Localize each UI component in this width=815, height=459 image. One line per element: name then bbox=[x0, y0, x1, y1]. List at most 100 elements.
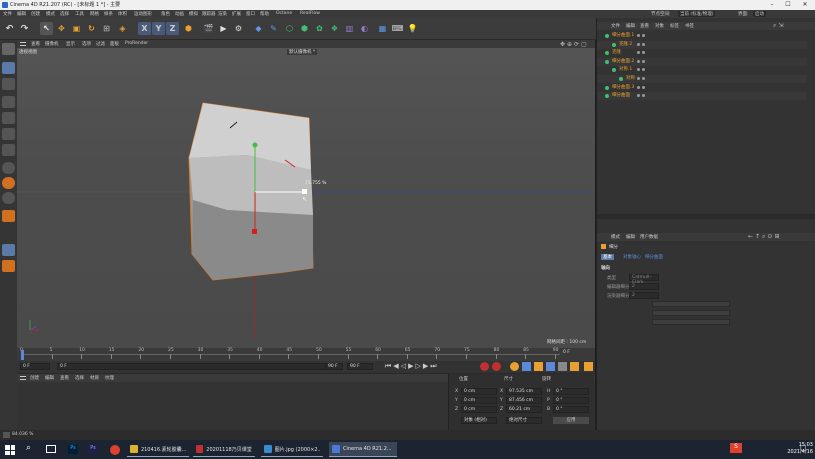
objects-menu-item-1[interactable]: 编辑 bbox=[626, 23, 635, 29]
cube-icon[interactable]: ◆ bbox=[252, 22, 265, 35]
viewport-menu-item-6[interactable]: ProRender bbox=[125, 41, 148, 46]
viewport-nav-icons[interactable]: ✥⊕⟳▢ bbox=[560, 41, 589, 48]
record-icon[interactable] bbox=[480, 362, 489, 371]
chrome-icon[interactable] bbox=[110, 445, 120, 455]
menu-item-0[interactable]: 文件 bbox=[3, 11, 12, 17]
rot-field[interactable]: 0 ° bbox=[553, 406, 589, 413]
materials-menu-item-4[interactable]: 材质 bbox=[90, 375, 99, 381]
preview-end-field[interactable]: 90 F bbox=[347, 363, 373, 370]
menu-item-10[interactable]: 角色 bbox=[161, 11, 170, 17]
attribute-field[interactable]: 2 bbox=[629, 283, 659, 290]
menu-item-1[interactable]: 编辑 bbox=[17, 11, 26, 17]
redo-icon[interactable]: ↷ bbox=[18, 22, 31, 35]
menu-item-16[interactable]: 窗口 bbox=[246, 11, 255, 17]
attributes-menu-item-1[interactable]: 编辑 bbox=[626, 234, 635, 240]
viewport-menu-item-4[interactable]: 过滤 bbox=[96, 41, 105, 47]
search-icon[interactable]: ⌕ bbox=[26, 443, 31, 453]
object-row[interactable]: 对称 bbox=[597, 75, 807, 83]
size-field[interactable]: 97.535 cm bbox=[506, 388, 542, 395]
menu-item-14[interactable]: 渲染 bbox=[218, 11, 227, 17]
menu-item-19[interactable]: RealFlow bbox=[300, 11, 320, 16]
pen-icon[interactable]: ✎ bbox=[267, 22, 280, 35]
viewport-menu-item-5[interactable]: 面板 bbox=[110, 41, 119, 47]
materials-menu-item-1[interactable]: 编辑 bbox=[45, 375, 54, 381]
attributes-nav-icons[interactable]: ←↑⌕⊙⊞ bbox=[748, 233, 781, 241]
select-tool-icon[interactable]: ↖ bbox=[40, 22, 53, 35]
taskbar-app-1[interactable]: 20201118乃贝课堂... bbox=[193, 442, 255, 457]
attribute-slider-track[interactable] bbox=[652, 310, 730, 316]
object-row[interactable]: 细分曲面.2 bbox=[597, 57, 807, 66]
pos-field[interactable]: 0 cm bbox=[461, 397, 497, 404]
attributes-menu-item-0[interactable]: 模式 bbox=[611, 234, 620, 240]
visibility-dots[interactable] bbox=[637, 42, 640, 46]
menu-item-15[interactable]: 扩展 bbox=[232, 11, 241, 17]
photoshop-icon[interactable]: Ps bbox=[68, 445, 78, 454]
taskbar-app-2[interactable]: 图片.jpg (2000×2... bbox=[261, 442, 323, 457]
object-row[interactable]: 细分曲面 bbox=[597, 92, 807, 101]
maximize-button[interactable]: ☐ bbox=[782, 0, 794, 10]
workplane-icon[interactable] bbox=[2, 192, 15, 204]
menu-item-6[interactable]: 网格 bbox=[90, 11, 99, 17]
visibility-dots[interactable] bbox=[642, 34, 645, 37]
premiere-icon[interactable]: Ps bbox=[88, 445, 98, 454]
move-tool-icon[interactable]: ✥ bbox=[55, 22, 68, 35]
taskbar-app-3[interactable]: Cinema 4D R21.2... bbox=[329, 442, 397, 457]
attribute-slider-track[interactable] bbox=[652, 301, 730, 307]
viewport-menu-icon[interactable] bbox=[20, 42, 26, 46]
coords-mode-select[interactable]: 对象 (相对) bbox=[461, 417, 497, 424]
menu-item-7[interactable]: 样条 bbox=[104, 11, 113, 17]
camera-label[interactable]: 默认摄像机 * bbox=[287, 49, 318, 55]
keyframe-selection-icon[interactable] bbox=[510, 362, 519, 371]
texture-mode-icon[interactable] bbox=[2, 78, 15, 90]
menu-right-item-0[interactable]: 节点空间: bbox=[651, 11, 671, 17]
pla-key-icon[interactable] bbox=[570, 362, 579, 371]
close-button[interactable]: ✕ bbox=[799, 0, 811, 10]
lock-axis-icon[interactable]: ◈ bbox=[116, 22, 129, 35]
rotation-key-icon[interactable] bbox=[546, 362, 555, 371]
visibility-dots[interactable] bbox=[637, 68, 640, 72]
axis-mode-icon[interactable] bbox=[2, 144, 15, 156]
materials-menu-icon[interactable] bbox=[20, 376, 26, 380]
visibility-dots[interactable] bbox=[642, 94, 645, 98]
scale-key-icon[interactable] bbox=[534, 362, 543, 371]
menu-item-18[interactable]: Octane bbox=[276, 11, 292, 16]
objects-menu-item-0[interactable]: 文件 bbox=[611, 23, 620, 29]
menu-item-12[interactable]: 模拟 bbox=[189, 11, 198, 17]
visibility-dots[interactable] bbox=[642, 85, 645, 89]
visibility-dots[interactable] bbox=[637, 59, 640, 63]
param-key-icon[interactable] bbox=[558, 362, 567, 371]
rotate-tool-icon[interactable]: ↻ bbox=[85, 22, 98, 35]
object-row[interactable]: 克隆 bbox=[597, 49, 807, 57]
task-view-icon[interactable] bbox=[46, 445, 56, 453]
points-mode-icon[interactable] bbox=[2, 96, 15, 108]
visibility-dots[interactable] bbox=[637, 94, 640, 98]
light-icon[interactable]: 💡 bbox=[406, 22, 419, 35]
field-icon[interactable]: ❖ bbox=[328, 22, 341, 35]
rot-field[interactable]: 0 ° bbox=[553, 388, 589, 395]
objects-search-icon[interactable]: ⌕⇲ bbox=[773, 22, 785, 30]
size-field[interactable]: 60.21 cm bbox=[506, 406, 542, 413]
size-field[interactable]: 87.456 cm bbox=[506, 397, 542, 404]
menu-item-5[interactable]: 工具 bbox=[75, 11, 84, 17]
make-editable-icon[interactable] bbox=[2, 43, 15, 55]
minimize-button[interactable]: – bbox=[766, 0, 778, 10]
attributes-tab-0[interactable]: 基本 bbox=[601, 254, 614, 260]
timeline-playhead[interactable] bbox=[21, 350, 24, 360]
rot-field[interactable]: 0 ° bbox=[553, 397, 589, 404]
visibility-dots[interactable] bbox=[642, 59, 645, 63]
timeline[interactable]: 0510152025303540455055606570758085900 F bbox=[17, 348, 595, 361]
start-frame-field[interactable]: 0 F bbox=[20, 363, 50, 370]
objects-menu-item-4[interactable]: 标签 bbox=[670, 23, 679, 29]
menu-item-17[interactable]: 帮助 bbox=[260, 11, 269, 17]
notification-icon[interactable]: ▢ bbox=[800, 444, 807, 452]
cloner-icon[interactable]: ⬢ bbox=[298, 22, 311, 35]
y-axis-button[interactable]: Y bbox=[152, 22, 165, 35]
camera-icon[interactable]: ◐ bbox=[358, 22, 371, 35]
materials-menu-item-2[interactable]: 查看 bbox=[60, 375, 69, 381]
viewport-solo-icon[interactable] bbox=[2, 244, 15, 256]
menu-item-13[interactable]: 跟踪器 bbox=[202, 11, 216, 17]
attributes-menu-item-2[interactable]: 用户数据 bbox=[640, 234, 658, 240]
ime-icon[interactable]: S bbox=[730, 443, 742, 453]
polygons-mode-icon[interactable] bbox=[2, 128, 15, 140]
deformer-icon[interactable]: ✿ bbox=[313, 22, 326, 35]
